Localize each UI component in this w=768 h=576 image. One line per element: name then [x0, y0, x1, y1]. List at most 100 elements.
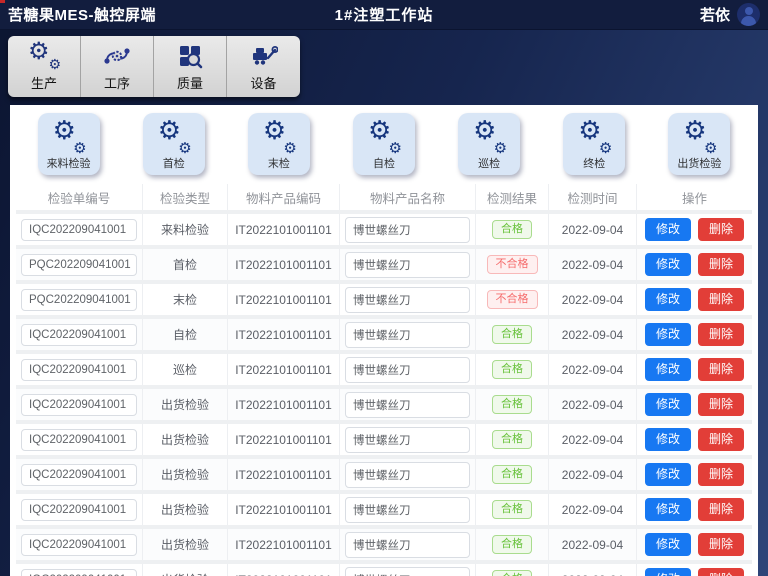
delete-button[interactable]: 删除	[698, 218, 744, 241]
material-name-field[interactable]: 博世螺丝刀	[345, 357, 470, 383]
user-menu[interactable]: 若依	[700, 3, 760, 26]
actions-cell: 修改 删除	[637, 354, 752, 385]
delete-button[interactable]: 删除	[698, 428, 744, 451]
edit-button[interactable]: 修改	[645, 533, 691, 556]
inspection-type-cell: 出货检验	[143, 529, 228, 560]
username: 若依	[700, 4, 730, 25]
result-badge: 合格	[492, 430, 532, 449]
inspection-button-patrol[interactable]: ⚙⚙ 巡检	[458, 113, 520, 175]
column-header: 操作	[637, 184, 752, 210]
delete-button[interactable]: 删除	[698, 568, 744, 576]
gears-icon: ⚙⚙	[261, 119, 297, 155]
actions-cell: 修改 删除	[637, 284, 752, 315]
table-row: IQC202209041001 出货检验 IT2022101001101 博世螺…	[16, 424, 752, 459]
order-no-field[interactable]: PQC202209041001	[21, 254, 137, 276]
delete-button[interactable]: 删除	[698, 463, 744, 486]
inspection-date-cell: 2022-09-04	[549, 389, 637, 420]
order-no-field[interactable]: IQC202209041001	[21, 219, 137, 241]
material-name-field[interactable]: 博世螺丝刀	[345, 497, 470, 523]
delete-button[interactable]: 删除	[698, 323, 744, 346]
result-badge: 合格	[492, 325, 532, 344]
result-cell: 不合格	[476, 249, 549, 280]
material-name-cell: 博世螺丝刀	[340, 424, 476, 455]
delete-button[interactable]: 删除	[698, 393, 744, 416]
delete-button[interactable]: 删除	[698, 358, 744, 381]
material-name-cell: 博世螺丝刀	[340, 249, 476, 280]
delete-button[interactable]: 删除	[698, 253, 744, 276]
edit-button[interactable]: 修改	[645, 358, 691, 381]
inspection-button-self[interactable]: ⚙⚙ 自检	[353, 113, 415, 175]
material-name-field[interactable]: 博世螺丝刀	[345, 567, 470, 576]
material-name-field[interactable]: 博世螺丝刀	[345, 462, 470, 488]
gears-icon: ⚙⚙	[51, 119, 87, 155]
result-cell: 合格	[476, 319, 549, 350]
edit-button[interactable]: 修改	[645, 498, 691, 521]
order-no-cell: IQC202209041001	[16, 424, 143, 455]
material-code-cell: IT2022101001101	[228, 424, 340, 455]
gears-icon: ⚙⚙	[366, 119, 402, 155]
order-no-cell: IQC202209041001	[16, 389, 143, 420]
table-row: IQC202209041001 自检 IT2022101001101 博世螺丝刀…	[16, 319, 752, 354]
edit-button[interactable]: 修改	[645, 288, 691, 311]
edit-button[interactable]: 修改	[645, 463, 691, 486]
table-row: PQC202209041001 首检 IT2022101001101 博世螺丝刀…	[16, 249, 752, 284]
material-name-cell: 博世螺丝刀	[340, 459, 476, 490]
edit-button[interactable]: 修改	[645, 393, 691, 416]
material-name-field[interactable]: 博世螺丝刀	[345, 252, 470, 278]
inspection-button-final[interactable]: ⚙⚙ 终检	[563, 113, 625, 175]
column-header: 检测结果	[476, 184, 549, 210]
edit-button[interactable]: 修改	[645, 218, 691, 241]
order-no-field[interactable]: IQC202209041001	[21, 394, 137, 416]
toolbar-button-production[interactable]: ⚙⚙ 生产	[8, 36, 81, 97]
toolbar-button-equipment[interactable]: 设备	[227, 36, 300, 97]
material-name-field[interactable]: 博世螺丝刀	[345, 217, 470, 243]
column-header: 物料产品编码	[228, 184, 340, 210]
material-name-cell: 博世螺丝刀	[340, 214, 476, 245]
gears-icon: ⚙⚙	[156, 119, 192, 155]
order-no-cell: IQC202209041001	[16, 319, 143, 350]
material-code-cell: IT2022101001101	[228, 284, 340, 315]
order-no-field[interactable]: IQC202209041001	[21, 534, 137, 556]
material-name-cell: 博世螺丝刀	[340, 284, 476, 315]
order-no-field[interactable]: IQC202209041001	[21, 429, 137, 451]
delete-button[interactable]: 删除	[698, 288, 744, 311]
inspection-date-cell: 2022-09-04	[549, 319, 637, 350]
inspection-button-incoming[interactable]: ⚙⚙ 来料检验	[38, 113, 100, 175]
gears-icon: ⚙⚙	[471, 119, 507, 155]
order-no-field[interactable]: IQC202209041001	[21, 359, 137, 381]
result-badge: 合格	[492, 500, 532, 519]
inspection-button-shipment[interactable]: ⚙⚙ 出货检验	[668, 113, 730, 175]
inspection-button-label: 首检	[163, 155, 185, 171]
order-no-field[interactable]: IQC202209041001	[21, 499, 137, 521]
table-header-row: 检验单编号 检验类型 物料产品编码 物料产品名称 检测结果 检测时间 操作	[16, 184, 752, 214]
edit-button[interactable]: 修改	[645, 323, 691, 346]
toolbar-button-label: 设备	[250, 73, 276, 92]
delete-button[interactable]: 删除	[698, 533, 744, 556]
order-no-field[interactable]: IQC202209041001	[21, 324, 137, 346]
equipment-icon	[250, 41, 278, 71]
material-name-field[interactable]: 博世螺丝刀	[345, 392, 470, 418]
result-cell: 合格	[476, 529, 549, 560]
edit-button[interactable]: 修改	[645, 253, 691, 276]
material-name-field[interactable]: 博世螺丝刀	[345, 427, 470, 453]
inspection-button-first[interactable]: ⚙⚙ 首检	[143, 113, 205, 175]
material-name-field[interactable]: 博世螺丝刀	[345, 532, 470, 558]
result-cell: 合格	[476, 424, 549, 455]
order-no-field[interactable]: IQC202209041001	[21, 569, 137, 576]
inspection-button-last[interactable]: ⚙⚙ 末检	[248, 113, 310, 175]
order-no-field[interactable]: IQC202209041001	[21, 464, 137, 486]
edit-button[interactable]: 修改	[645, 568, 691, 576]
result-cell: 合格	[476, 214, 549, 245]
result-cell: 合格	[476, 494, 549, 525]
toolbar-button-process[interactable]: 工序	[81, 36, 154, 97]
order-no-cell: IQC202209041001	[16, 459, 143, 490]
material-name-field[interactable]: 博世螺丝刀	[345, 322, 470, 348]
order-no-field[interactable]: PQC202209041001	[21, 289, 137, 311]
result-cell: 合格	[476, 564, 549, 576]
table-row: IQC202209041001 来料检验 IT2022101001101 博世螺…	[16, 214, 752, 249]
material-name-field[interactable]: 博世螺丝刀	[345, 287, 470, 313]
edit-button[interactable]: 修改	[645, 428, 691, 451]
delete-button[interactable]: 删除	[698, 498, 744, 521]
avatar[interactable]	[737, 3, 760, 26]
toolbar-button-quality[interactable]: 质量	[154, 36, 227, 97]
